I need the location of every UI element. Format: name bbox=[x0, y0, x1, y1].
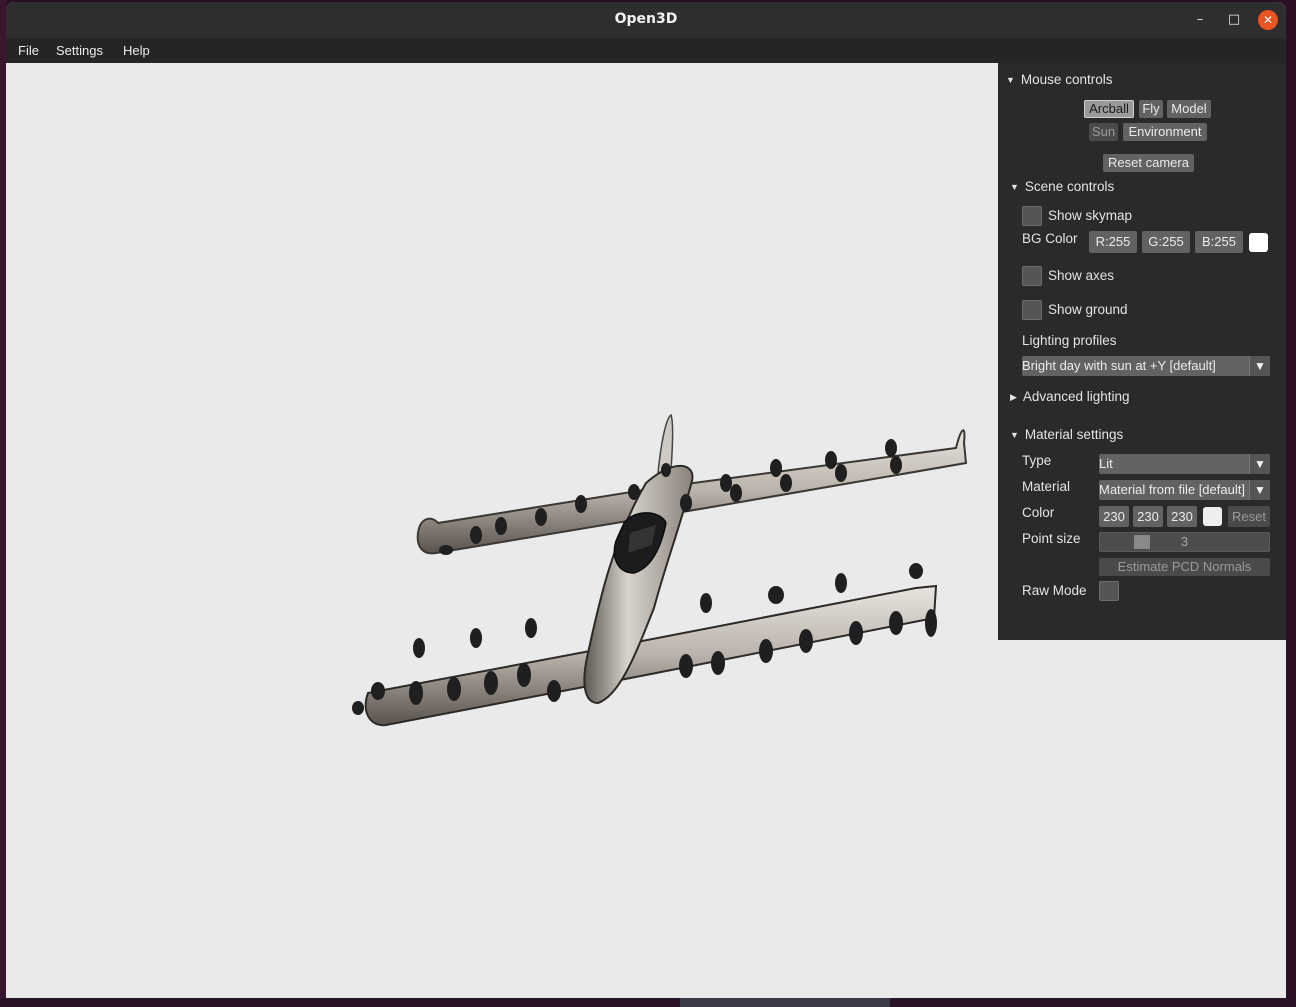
bg-blue-field[interactable]: B:255 bbox=[1195, 231, 1243, 253]
arcball-button[interactable]: Arcball bbox=[1084, 100, 1134, 118]
color-label: Color bbox=[1022, 505, 1055, 520]
type-dropdown[interactable]: Lit ▼ bbox=[1099, 454, 1270, 474]
show-ground-checkbox[interactable] bbox=[1022, 300, 1042, 320]
show-skymap-checkbox[interactable] bbox=[1022, 206, 1042, 226]
advanced-lighting-header[interactable]: ▶ Advanced lighting bbox=[1010, 389, 1130, 404]
type-value: Lit bbox=[1099, 456, 1113, 471]
model-button[interactable]: Model bbox=[1167, 100, 1211, 118]
material-color-swatch[interactable] bbox=[1203, 507, 1222, 526]
show-axes-checkbox[interactable] bbox=[1022, 266, 1042, 286]
lighting-profiles-label: Lighting profiles bbox=[1022, 333, 1117, 348]
desktop-dock-area bbox=[0, 998, 1296, 1007]
dropdown-arrow-icon: ▼ bbox=[1249, 356, 1270, 376]
environment-button[interactable]: Environment bbox=[1123, 123, 1207, 141]
mouse-controls-header[interactable]: ▼ Mouse controls bbox=[1006, 72, 1112, 87]
menu-file[interactable]: File bbox=[18, 43, 39, 58]
material-settings-header[interactable]: ▼ Material settings bbox=[1010, 427, 1123, 442]
bg-red-field[interactable]: R:255 bbox=[1089, 231, 1137, 253]
show-ground-label: Show ground bbox=[1048, 302, 1128, 317]
collapse-triangle-icon: ▼ bbox=[1010, 430, 1019, 440]
raw-mode-label: Raw Mode bbox=[1022, 583, 1087, 598]
type-label: Type bbox=[1022, 453, 1052, 468]
estimate-normals-button[interactable]: Estimate PCD Normals bbox=[1099, 558, 1270, 576]
point-size-label: Point size bbox=[1022, 531, 1081, 546]
show-axes-label: Show axes bbox=[1048, 268, 1115, 283]
dock bbox=[680, 998, 890, 1007]
dropdown-arrow-icon: ▼ bbox=[1249, 480, 1270, 500]
reset-camera-button[interactable]: Reset camera bbox=[1103, 154, 1194, 172]
bg-color-label: BG Color bbox=[1022, 231, 1078, 246]
material-settings-title: Material settings bbox=[1024, 427, 1124, 442]
menu-help[interactable]: Help bbox=[123, 43, 150, 58]
scene-controls-title: Scene controls bbox=[1024, 179, 1115, 194]
window-title: Open3D bbox=[614, 11, 678, 27]
close-button[interactable]: ✕ bbox=[1258, 10, 1278, 30]
scene-controls-header[interactable]: ▼ Scene controls bbox=[1010, 179, 1114, 194]
collapse-triangle-icon: ▼ bbox=[1006, 75, 1015, 85]
point-size-value: 3 bbox=[1180, 534, 1189, 549]
menu-bar: File Settings Help bbox=[6, 38, 1286, 63]
material-label: Material bbox=[1022, 479, 1071, 494]
title-bar[interactable]: Open3D – □ ✕ bbox=[6, 2, 1286, 38]
bg-color-swatch[interactable] bbox=[1249, 233, 1268, 252]
bg-green-field[interactable]: G:255 bbox=[1142, 231, 1190, 253]
material-value: Material from file [default] bbox=[1099, 482, 1245, 497]
show-skymap-label: Show skymap bbox=[1048, 208, 1133, 223]
dropdown-arrow-icon: ▼ bbox=[1249, 454, 1270, 474]
raw-mode-checkbox[interactable] bbox=[1099, 581, 1119, 601]
color-reset-button[interactable]: Reset bbox=[1228, 506, 1270, 527]
color-red-field[interactable]: 230 bbox=[1099, 506, 1129, 527]
expand-triangle-icon: ▶ bbox=[1010, 392, 1017, 402]
settings-panel: ▼ Mouse controls Arcball Fly Model Sun En… bbox=[998, 63, 1286, 640]
sun-button[interactable]: Sun bbox=[1089, 123, 1118, 141]
color-green-field[interactable]: 230 bbox=[1133, 506, 1163, 527]
material-dropdown[interactable]: Material from file [default] ▼ bbox=[1099, 480, 1270, 500]
mouse-controls-title: Mouse controls bbox=[1020, 72, 1113, 87]
maximize-button[interactable]: □ bbox=[1224, 10, 1244, 30]
minimize-button[interactable]: – bbox=[1190, 10, 1210, 30]
color-blue-field[interactable]: 230 bbox=[1167, 506, 1197, 527]
app-window: Open3D – □ ✕ File Settings Help ▼ Mouse … bbox=[6, 2, 1286, 998]
advanced-lighting-title: Advanced lighting bbox=[1022, 389, 1130, 404]
point-size-slider[interactable]: 3 bbox=[1099, 532, 1270, 552]
menu-settings[interactable]: Settings bbox=[56, 43, 103, 58]
lighting-profile-value: Bright day with sun at +Y [default] bbox=[1022, 358, 1216, 373]
fly-button[interactable]: Fly bbox=[1139, 100, 1163, 118]
lighting-profile-dropdown[interactable]: Bright day with sun at +Y [default] ▼ bbox=[1022, 356, 1270, 376]
collapse-triangle-icon: ▼ bbox=[1010, 182, 1019, 192]
